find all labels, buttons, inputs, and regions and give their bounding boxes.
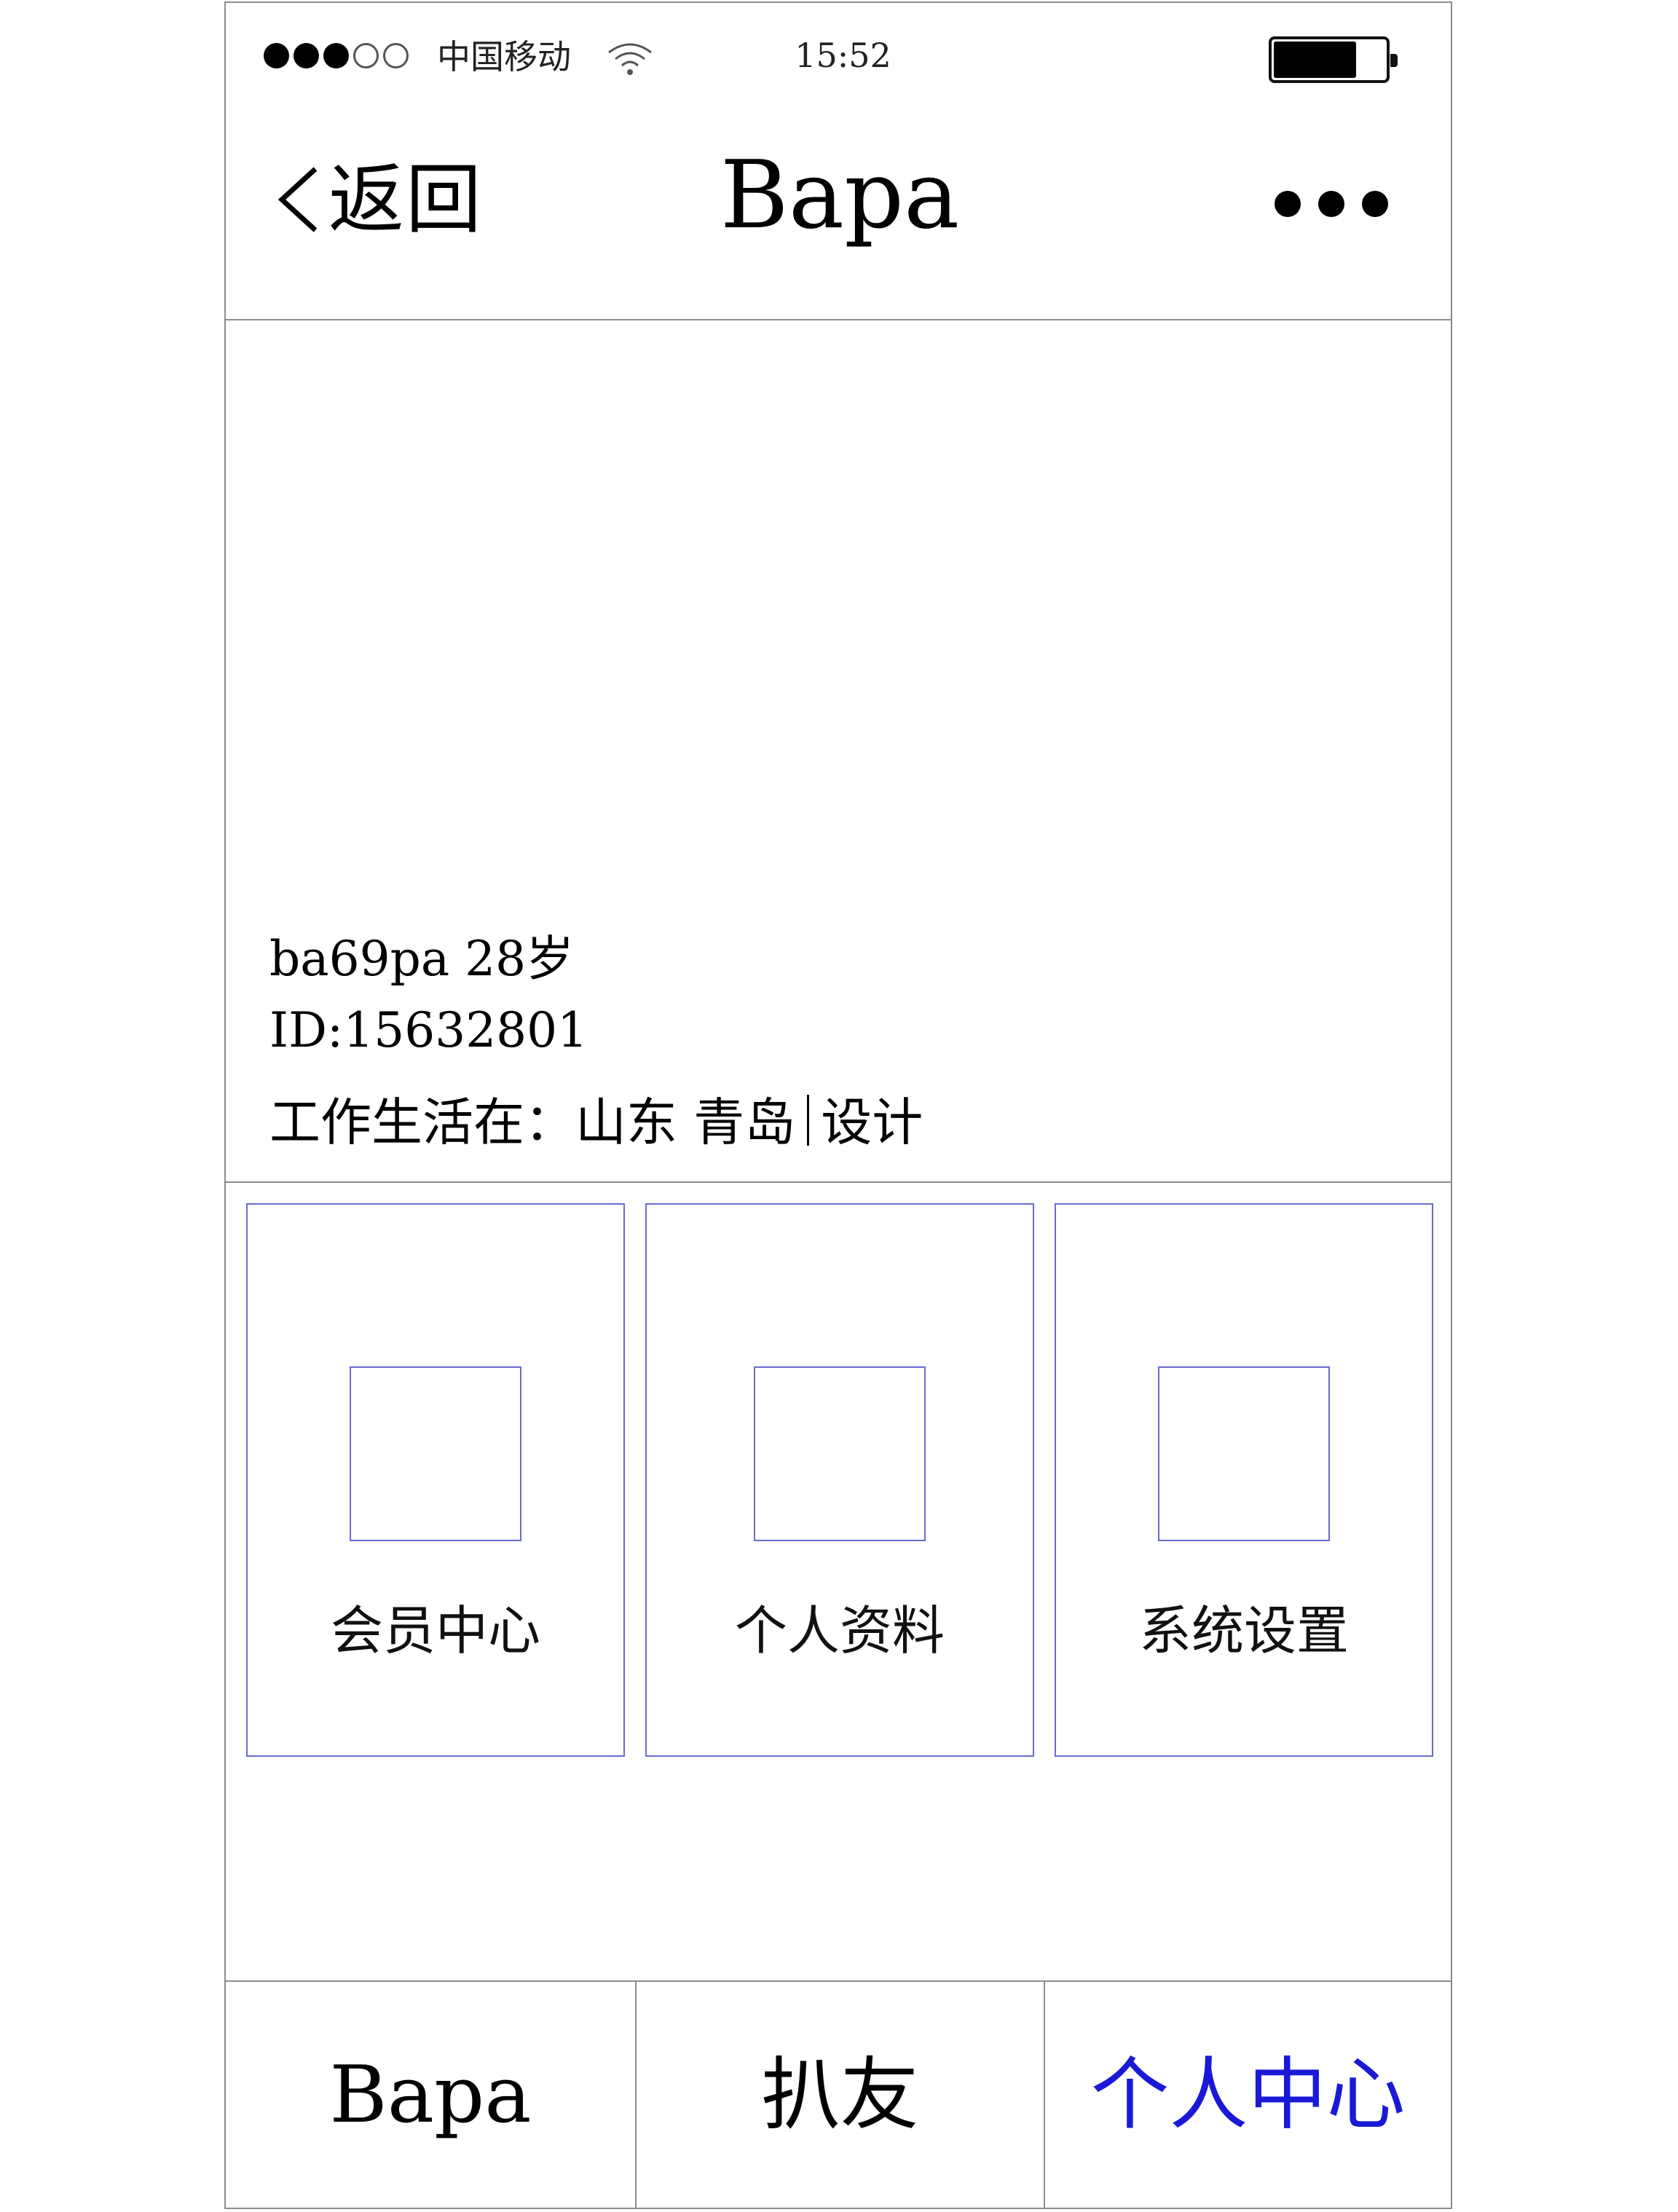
more-button[interactable] [1275,191,1388,217]
tab-bapa[interactable]: Bapa [226,1982,635,2209]
tab-label: Bapa [329,2050,532,2141]
back-label: 返回 [328,155,484,244]
signal-strength-icon [264,43,409,68]
member-center-icon [350,1366,521,1541]
card-label: 个人资料 [734,1600,945,1661]
signal-dot-empty [353,43,379,68]
card-system-settings[interactable]: 系统设置 [1055,1203,1433,1757]
profile-id: ID:15632801 [269,1002,588,1058]
ellipsis-icon [1318,191,1344,217]
signal-dot-empty [383,43,409,68]
chevron-left-icon [277,167,318,232]
tab-label: 个人中心 [1090,2050,1406,2141]
card-label: 系统设置 [1138,1600,1349,1661]
carrier-name: 中国移动 [437,37,571,76]
signal-dot-filled [323,43,349,68]
tab-label: 扒友 [761,2050,919,2141]
profile-location-line: 工作生活在：山东 青岛 设计 [269,1090,923,1155]
battery-icon [1269,36,1390,83]
back-button[interactable]: 返回 [273,156,483,243]
profile-divider [226,1181,1451,1183]
tab-personal-center[interactable]: 个人中心 [1044,1982,1451,2209]
card-personal-info[interactable]: 个人资料 [645,1203,1034,1757]
separator [807,1095,810,1146]
location-prefix: 工作生活在： [269,1093,575,1152]
battery-level [1274,42,1356,78]
card-label: 会员中心 [330,1600,540,1661]
profile-occupation: 设计 [821,1093,923,1152]
page-title: Bapa [720,141,960,250]
profile-location: 山东 青岛 [575,1093,796,1152]
wifi-icon [608,43,652,75]
phone-frame: 中国移动 15:52 返回 Bapa ba69pa 28岁 ID:1563280… [224,1,1452,2209]
status-time: 15:52 [795,36,891,75]
header-divider [226,319,1451,320]
ellipsis-icon [1275,191,1301,217]
battery-tip [1390,54,1398,67]
system-settings-icon [1158,1366,1330,1541]
personal-info-icon [754,1366,926,1541]
tab-friends[interactable]: 扒友 [635,1982,1044,2209]
card-member-center[interactable]: 会员中心 [246,1203,625,1757]
profile-name-age: ba69pa 28岁 [269,931,575,987]
ellipsis-icon [1362,191,1388,217]
signal-dot-filled [264,43,289,68]
signal-dot-filled [294,43,319,68]
